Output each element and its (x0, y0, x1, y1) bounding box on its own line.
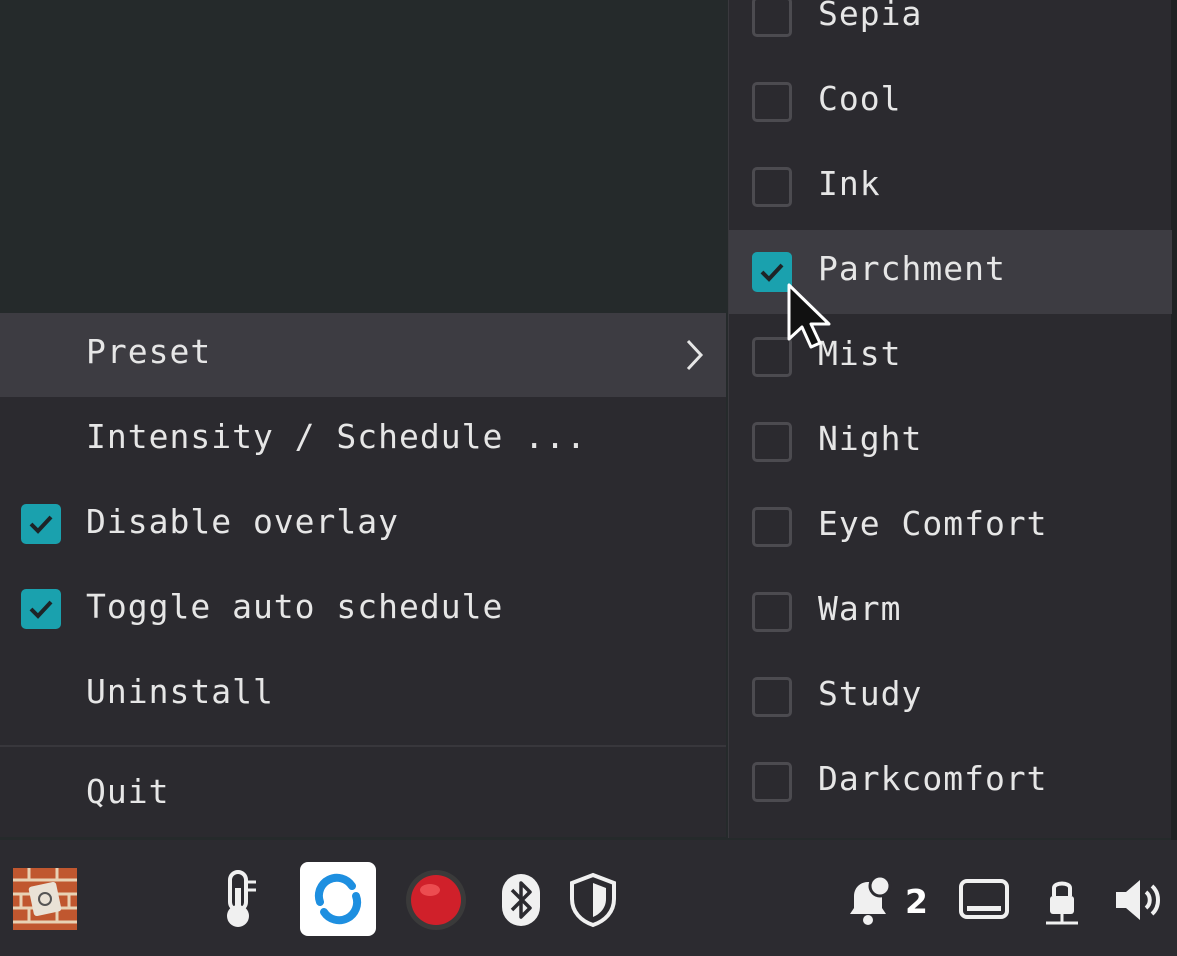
menu-item-intensity-schedule[interactable]: Intensity / Schedule ... (0, 398, 726, 482)
menu-item-label: Intensity / Schedule ... (86, 417, 587, 456)
checkbox-unchecked[interactable] (752, 762, 792, 802)
preset-label: Sepia (818, 0, 923, 33)
checkbox-checked[interactable] (21, 504, 61, 544)
checkbox-unchecked[interactable] (752, 82, 792, 122)
menu-item-toggle-auto-schedule[interactable]: Toggle auto schedule (0, 568, 726, 652)
menu-item-label: Toggle auto schedule (86, 587, 504, 626)
preset-item-cool[interactable]: Cool (729, 60, 1172, 144)
network-icon[interactable] (1040, 872, 1084, 932)
preset-label: Study (818, 674, 923, 713)
menu-item-disable-overlay[interactable]: Disable overlay (0, 483, 726, 567)
menu-item-uninstall[interactable]: Uninstall (0, 653, 726, 737)
preset-item-sepia[interactable]: Sepia (729, 0, 1172, 59)
app-tray-icon[interactable] (13, 868, 77, 934)
mouse-cursor-icon (785, 282, 841, 356)
menu-item-preset[interactable]: Preset (0, 313, 726, 397)
notification-bell-icon[interactable] (842, 872, 898, 932)
checkbox-unchecked[interactable] (752, 422, 792, 462)
preset-label: Warm (818, 589, 902, 628)
preset-label: Cool (818, 79, 902, 118)
menu-item-label: Quit (86, 772, 170, 811)
preset-label: Night (818, 419, 923, 458)
preset-submenu: Sepia Cool Ink Parchment Mist Night Eye … (728, 0, 1172, 838)
chevron-right-icon (682, 335, 706, 383)
thermometer-icon[interactable] (220, 868, 260, 936)
preset-item-darkcomfort[interactable]: Darkcomfort (729, 740, 1172, 824)
checkmark-icon (29, 515, 53, 534)
menu-separator (0, 745, 726, 747)
preset-item-eye-comfort[interactable]: Eye Comfort (729, 485, 1172, 569)
preset-label: Ink (818, 164, 881, 203)
record-icon[interactable] (404, 868, 468, 936)
preset-item-night[interactable]: Night (729, 400, 1172, 484)
preset-item-ink[interactable]: Ink (729, 145, 1172, 229)
checkbox-unchecked[interactable] (752, 0, 792, 37)
preset-item-warm[interactable]: Warm (729, 570, 1172, 654)
menu-item-label: Disable overlay (86, 502, 400, 541)
checkbox-unchecked[interactable] (752, 677, 792, 717)
display-icon[interactable] (958, 878, 1010, 926)
preset-label: Darkcomfort (818, 759, 1048, 798)
menu-item-label: Uninstall (86, 672, 274, 711)
checkbox-unchecked[interactable] (752, 592, 792, 632)
checkmark-icon (29, 600, 53, 619)
bluetooth-icon[interactable] (502, 874, 540, 930)
notification-count-badge: 2 (905, 882, 928, 921)
preset-label: Parchment (818, 249, 1006, 288)
checkbox-checked[interactable] (21, 589, 61, 629)
preset-label: Eye Comfort (818, 504, 1048, 543)
checkbox-unchecked[interactable] (752, 167, 792, 207)
menu-item-label: Preset (86, 332, 212, 371)
menu-item-quit[interactable]: Quit (0, 753, 726, 837)
checkbox-unchecked[interactable] (752, 507, 792, 547)
preset-item-study[interactable]: Study (729, 655, 1172, 739)
shield-icon[interactable] (568, 872, 618, 932)
sync-icon[interactable] (300, 862, 376, 940)
tray-context-menu: Preset Intensity / Schedule ... Disable … (0, 313, 726, 837)
volume-icon[interactable] (1112, 874, 1168, 930)
